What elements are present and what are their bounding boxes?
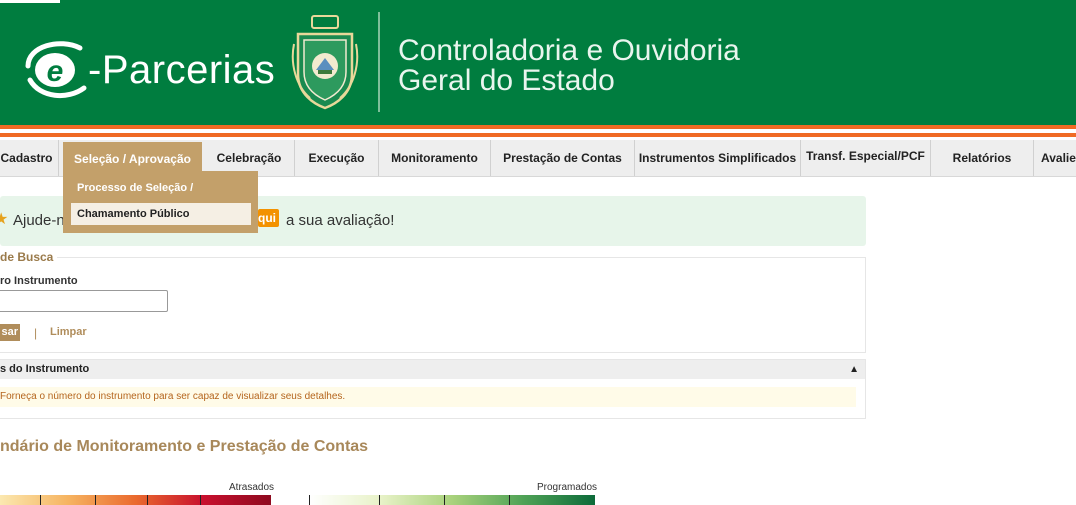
header-divider: [378, 12, 380, 112]
late-scale-label: Atrasados: [229, 482, 275, 493]
search-separator: |: [34, 326, 38, 340]
nav-item-monitoramento[interactable]: Monitoramento: [379, 140, 491, 176]
collapse-chevron-icon[interactable]: ▲: [849, 360, 859, 379]
instrument-details-header[interactable]: s do Instrumento ▲: [0, 360, 865, 379]
instrument-details-panel: s do Instrumento ▲ Forneça o número do i…: [0, 359, 866, 419]
scale-tick: [200, 495, 201, 505]
e-logo-icon: e: [25, 41, 87, 99]
nav-item-relatorios[interactable]: Relatórios: [931, 140, 1034, 176]
late-color-scale: [0, 495, 271, 505]
alert-click-button[interactable]: qui: [258, 209, 279, 227]
scale-tick: [379, 495, 380, 505]
accent-stripe-bottom: [0, 133, 1076, 137]
nav-item-selecao-aprovacao[interactable]: Seleção / Aprovação: [63, 142, 202, 172]
dropdown-item-chamamento-publico[interactable]: Chamamento Público: [71, 203, 251, 225]
scale-tick: [309, 495, 310, 505]
state-crest-icon: [291, 15, 359, 110]
scale-tick: [95, 495, 96, 505]
svg-text:e: e: [47, 55, 64, 88]
accent-stripe-top: [0, 125, 1076, 129]
scale-tick: [40, 495, 41, 505]
nav-item-transf-especial[interactable]: Transf. Especial/PCF: [801, 140, 931, 176]
nav-item-prestacao-contas[interactable]: Prestação de Contas: [491, 140, 635, 176]
nav-item-execucao[interactable]: Execução: [295, 140, 379, 176]
calendar-section-title: ndário de Monitoramento e Prestação de C…: [0, 438, 369, 455]
search-legend: de Busca: [0, 250, 58, 264]
e-parcerias-logo[interactable]: e -Parcerias: [20, 36, 275, 102]
instrument-details-message: Forneça o número do instrumento para ser…: [0, 387, 856, 407]
scale-tick: [509, 495, 510, 505]
org-name: Controladoria e Ouvidoria Geral do Estad…: [398, 36, 740, 96]
nav-item-instrumentos-simplificados[interactable]: Instrumentos Simplificados: [635, 140, 801, 176]
search-button-label: sar: [1, 326, 18, 338]
star-icon: ★: [0, 211, 9, 228]
search-button[interactable]: sar: [0, 324, 20, 341]
dropdown-item-processo-selecao[interactable]: Processo de Seleção / Aprovação: [71, 177, 251, 216]
header-banner: e -Parcerias Controladoria e Ouvidoria G…: [0, 0, 1076, 125]
alert-text-end: a sua avaliação!: [286, 212, 395, 229]
instrument-number-label: ro Instrumento: [0, 275, 78, 287]
nav-item-cadastro[interactable]: Cadastro: [0, 140, 59, 176]
selecao-dropdown-menu: Processo de Seleção / Aprovação Chamamen…: [63, 171, 258, 233]
header-top-strip: [0, 0, 60, 3]
clear-link[interactable]: Limpar: [50, 326, 87, 338]
instrument-details-title: s do Instrumento: [0, 363, 90, 375]
scheduled-scale-label: Programados: [537, 482, 598, 493]
instrument-number-input[interactable]: [0, 290, 168, 312]
scheduled-color-scale: [309, 495, 595, 505]
scale-tick: [444, 495, 445, 505]
scale-tick: [147, 495, 148, 505]
org-name-line1: Controladoria e Ouvidoria: [398, 34, 740, 67]
nav-item-avalie[interactable]: Avalie: [1034, 140, 1076, 176]
alert-click-button-label: qui: [258, 211, 276, 225]
brand-name: -Parcerias: [88, 47, 276, 92]
org-name-line2: Geral do Estado: [398, 64, 615, 97]
